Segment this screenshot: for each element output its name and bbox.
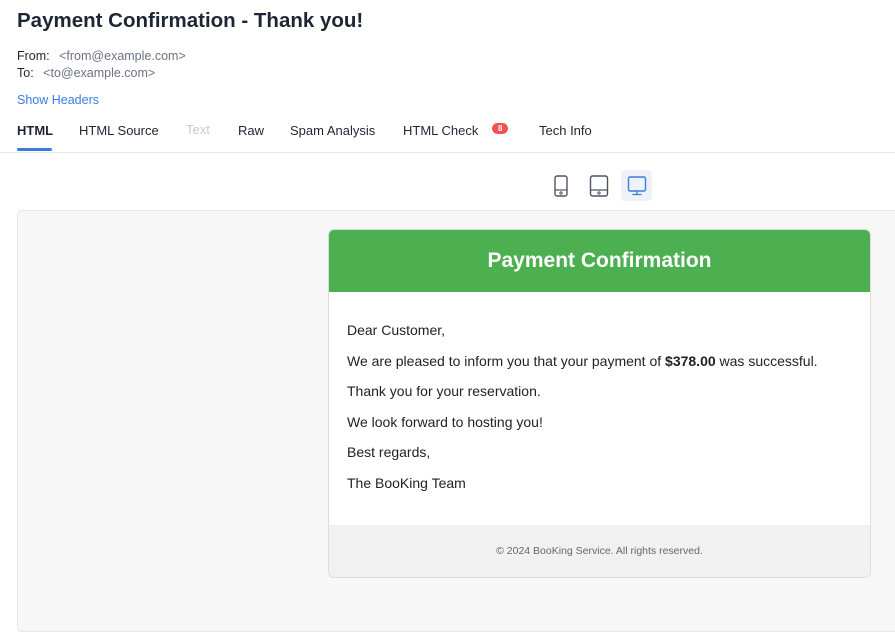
email-header: Payment Confirmation [329, 230, 870, 292]
to-address: <to@example.com> [43, 66, 156, 80]
email-body: Dear Customer, We are pleased to inform … [329, 292, 870, 492]
from-address: <from@example.com> [59, 49, 186, 63]
to-row: To: <to@example.com> [17, 66, 155, 80]
tab-raw[interactable]: Raw [238, 123, 264, 138]
tab-html-source[interactable]: HTML Source [79, 123, 159, 138]
html-check-count-badge: 8 [492, 123, 509, 134]
payment-amount: $378.00 [665, 352, 716, 369]
tab-spam-analysis[interactable]: Spam Analysis [290, 123, 375, 138]
payment-line: We are pleased to inform you that your p… [347, 353, 852, 370]
tab-tech-info[interactable]: Tech Info [539, 123, 592, 138]
greeting: Dear Customer, [347, 322, 446, 338]
from-label: From: [17, 49, 50, 63]
desktop-icon [627, 175, 646, 195]
sign-off: Best regards, [347, 444, 431, 460]
view-tabs: HTML HTML Source Text Raw Spam Analysis … [0, 118, 895, 153]
page-title: Payment Confirmation - Thank you! [17, 9, 364, 32]
thanks-line: Thank you for your reservation. [347, 383, 541, 399]
to-label: To: [17, 66, 34, 80]
payment-line-prefix: We are pleased to inform you that your p… [347, 352, 666, 369]
tab-html-check[interactable]: HTML Check [403, 123, 478, 138]
hosting-line: We look forward to hosting you! [347, 413, 543, 430]
tablet-view-button[interactable] [583, 170, 614, 201]
active-tab-indicator [17, 148, 52, 151]
tablet-icon [589, 174, 608, 197]
from-row: From: <from@example.com> [17, 49, 186, 63]
mobile-icon [553, 174, 568, 197]
payment-line-suffix: was successful. [715, 352, 818, 369]
mobile-view-button[interactable] [545, 170, 576, 201]
tab-text: Text [186, 122, 210, 137]
tab-html[interactable]: HTML [17, 123, 53, 138]
desktop-view-button[interactable] [621, 170, 652, 201]
email-footer: © 2024 BooKing Service. All rights reser… [329, 525, 870, 577]
show-headers-link[interactable]: Show Headers [17, 93, 99, 107]
email-content: Payment Confirmation Dear Customer, We a… [328, 229, 871, 578]
team-signature: The BooKing Team [347, 474, 466, 491]
